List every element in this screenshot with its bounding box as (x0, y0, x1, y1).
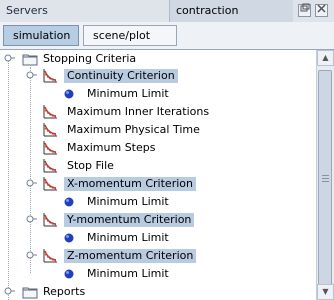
object-tree: Stopping Criteria Continuity Criterion M… (0, 50, 316, 300)
residual-chart-icon (42, 248, 58, 264)
tree-node-label: Minimum Limit (87, 267, 169, 280)
collapse-toggle-icon[interactable] (24, 213, 38, 227)
close-icon (316, 3, 327, 18)
tree-node-label: Continuity Criterion (64, 69, 178, 83)
scroll-up-button[interactable]: ▲ (317, 50, 334, 66)
tree-node-label: Minimum Limit (87, 87, 169, 100)
arrow-down-icon: ▼ (322, 287, 329, 296)
tree-node-minimum-limit[interactable]: Minimum Limit (0, 85, 316, 103)
collapse-toggle-icon[interactable] (24, 69, 38, 83)
tree-node-minimum-limit[interactable]: Minimum Limit (0, 193, 316, 211)
tree-node-x-momentum-criterion[interactable]: X-momentum Criterion (0, 175, 316, 193)
tree-node-maximum-physical-time[interactable]: Maximum Physical Time (0, 121, 316, 139)
tree-node-label: Minimum Limit (87, 231, 169, 244)
tree-node-label: Maximum Inner Iterations (67, 105, 210, 118)
tree-node-label: Maximum Steps (67, 141, 156, 154)
restore-button[interactable] (298, 3, 311, 18)
collapse-toggle-icon[interactable] (2, 52, 16, 66)
residual-chart-icon (42, 212, 58, 228)
blue-dot-icon (61, 266, 77, 282)
tree-node-label: Reports (43, 285, 86, 298)
collapse-toggle-icon[interactable] (24, 177, 38, 191)
tree-node-maximum-steps[interactable]: Maximum Steps (0, 139, 316, 157)
scrollbar-thumb[interactable] (318, 70, 332, 290)
tree-node-minimum-limit[interactable]: Minimum Limit (0, 265, 316, 283)
blue-dot-icon (61, 194, 77, 210)
tree-node-z-momentum-criterion[interactable]: Z-momentum Criterion (0, 247, 316, 265)
tree-node-stop-file[interactable]: Stop File (0, 157, 316, 175)
title-bar: Servers contraction (0, 0, 334, 23)
tree-node-label: Y-momentum Criterion (64, 213, 195, 227)
grip-line (322, 181, 329, 182)
tree-node-label: Minimum Limit (87, 195, 169, 208)
tab-bar: simulation scene/plot (0, 22, 334, 50)
folder-icon (22, 284, 38, 300)
residual-chart-icon (42, 104, 58, 120)
arrow-up-icon: ▲ (322, 53, 329, 62)
vertical-scrollbar[interactable]: ▲ ▼ (316, 50, 334, 300)
residual-chart-icon (42, 158, 58, 174)
contraction-window-tab[interactable]: contraction (169, 0, 293, 22)
residual-chart-icon (42, 122, 58, 138)
restore-icon (299, 3, 310, 18)
tab-scene-plot[interactable]: scene/plot (83, 25, 177, 46)
tree-node-reports[interactable]: Reports (0, 283, 316, 300)
tree-node-minimum-limit[interactable]: Minimum Limit (0, 229, 316, 247)
tree-node-label: X-momentum Criterion (64, 177, 196, 191)
grip-line (322, 175, 329, 176)
blue-dot-icon (61, 86, 77, 102)
collapse-toggle-icon[interactable] (24, 249, 38, 263)
tree-node-y-momentum-criterion[interactable]: Y-momentum Criterion (0, 211, 316, 229)
contraction-title: contraction (176, 4, 239, 17)
scroll-down-button[interactable]: ▼ (317, 284, 334, 300)
residual-chart-icon (42, 68, 58, 84)
grip-line (322, 178, 329, 179)
tree-node-continuity-criterion[interactable]: Continuity Criterion (0, 67, 316, 85)
expand-toggle-icon[interactable] (2, 285, 16, 299)
tree-node-label: Stopping Criteria (43, 52, 137, 65)
folder-icon (22, 51, 38, 67)
tree-node-label: Maximum Physical Time (67, 123, 200, 136)
tab-simulation[interactable]: simulation (3, 25, 79, 46)
tree-node-stopping-criteria[interactable]: Stopping Criteria (0, 50, 316, 68)
servers-title[interactable]: Servers (6, 4, 48, 17)
close-button[interactable] (315, 4, 328, 17)
blue-dot-icon (61, 230, 77, 246)
tree-node-label: Stop File (67, 159, 114, 172)
residual-chart-icon (42, 176, 58, 192)
tree-node-label: Z-momentum Criterion (64, 249, 197, 263)
tree-node-maximum-inner-iterations[interactable]: Maximum Inner Iterations (0, 103, 316, 121)
residual-chart-icon (42, 140, 58, 156)
